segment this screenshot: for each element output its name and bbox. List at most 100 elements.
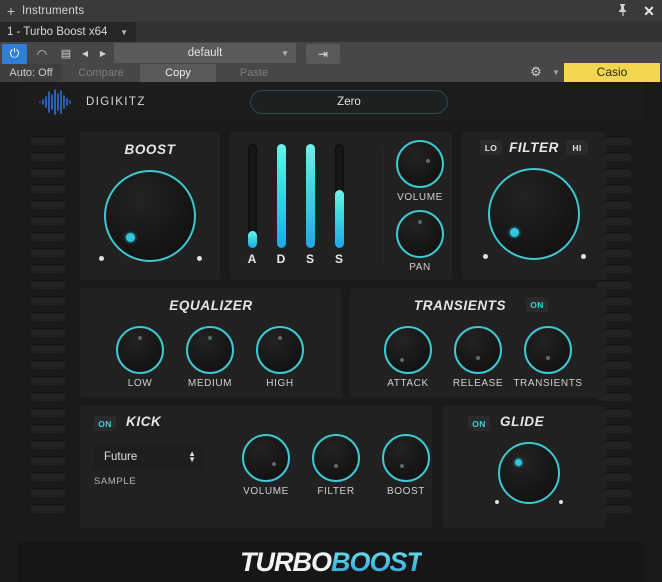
prev-preset-button[interactable]: ◀: [77, 43, 93, 64]
kick-sample-dropdown[interactable]: Future ▲ ▼: [94, 444, 204, 470]
boost-tick-max: [197, 256, 202, 261]
glide-on-toggle[interactable]: ON: [468, 416, 490, 431]
kick-sample-label: SAMPLE: [94, 476, 137, 487]
glide-knob[interactable]: [498, 442, 560, 504]
bypass-icon[interactable]: ◠: [29, 43, 55, 64]
add-instrument-icon[interactable]: +: [0, 0, 22, 22]
grille-slot: [30, 456, 66, 465]
pan-knob-indicator: [418, 220, 422, 224]
transients-amount-label: TRANSIENTS: [513, 378, 583, 389]
filter-hi-button[interactable]: HI: [566, 140, 588, 155]
kick-boost-knob[interactable]: [382, 434, 430, 482]
equalizer-panel: EQUALIZER LOW MEDIUM HIGH: [80, 288, 342, 398]
zero-button[interactable]: Zero: [250, 90, 448, 114]
grille-slot: [30, 280, 66, 289]
filter-tick-min: [483, 254, 488, 259]
instrument-row: 1 - Turbo Boost x64 ▼: [0, 22, 662, 42]
adsr-sliders: A D S S: [244, 144, 364, 274]
close-icon[interactable]: ✕: [636, 3, 662, 20]
pin-icon[interactable]: [610, 3, 636, 19]
compare-button[interactable]: Compare: [62, 64, 140, 82]
account-badge[interactable]: Casio: [564, 62, 660, 82]
stepper-arrows-icon: ▲ ▼: [188, 450, 196, 464]
product-logo-footer: TURBOBOOST: [18, 542, 644, 582]
kick-boost-knob-ring: [382, 434, 430, 482]
grille-slot: [30, 152, 66, 161]
kick-filter-knob-indicator: [334, 464, 338, 468]
kick-filter-knob[interactable]: [312, 434, 360, 482]
digikitz-logo: DIGIKITZ: [38, 89, 146, 115]
plugin-toolbar: ⏻ ◠ ▤ ◀ ▶ default ▼ ⇥ Auto: Off Compare …: [0, 42, 662, 82]
eq-medium-knob[interactable]: [186, 326, 234, 374]
glide-knob-ring: [498, 442, 560, 504]
eq-high-knob[interactable]: [256, 326, 304, 374]
pin-glyph: [619, 3, 626, 16]
window-title: Instruments: [22, 5, 85, 17]
toolbar-row-primary: ⏻ ◠ ▤ ◀ ▶ default ▼ ⇥: [0, 42, 341, 64]
paste-button[interactable]: Paste: [216, 64, 292, 82]
grille-slot: [30, 424, 66, 433]
transients-release-knob[interactable]: [454, 326, 502, 374]
grille-slot: [30, 136, 66, 145]
pan-knob-ring: [396, 210, 444, 258]
grille-slot: [30, 232, 66, 241]
power-button[interactable]: ⏻: [2, 43, 27, 64]
turboboost-logo: TURBOBOOST: [240, 547, 423, 578]
kick-boost-knob-indicator: [400, 464, 404, 468]
pan-knob[interactable]: [396, 210, 444, 258]
stepper-down-icon[interactable]: ▼: [188, 456, 196, 464]
grille-slot: [30, 376, 66, 385]
grille-slot: [30, 248, 66, 257]
boost-title: BOOST: [124, 142, 176, 157]
eq-low-knob[interactable]: [116, 326, 164, 374]
volume-knob[interactable]: [396, 140, 444, 188]
instrument-selector[interactable]: 1 - Turbo Boost x64 ▼: [0, 22, 136, 42]
kick-on-toggle[interactable]: ON: [94, 416, 116, 431]
copy-button[interactable]: Copy: [140, 64, 216, 82]
grille-slot: [30, 360, 66, 369]
save-preset-button[interactable]: ⇥: [306, 43, 340, 64]
chevron-down-icon[interactable]: ▼: [548, 68, 564, 77]
filter-knob-indicator: [510, 228, 519, 237]
filter-knob[interactable]: [488, 168, 580, 260]
grille-slot: [30, 312, 66, 321]
eq-low-knob-ring: [116, 326, 164, 374]
kick-volume-knob-indicator: [272, 462, 276, 466]
glide-title: GLIDE: [500, 414, 545, 429]
gear-icon[interactable]: ⚙: [524, 64, 548, 80]
grille-slot: [30, 488, 66, 497]
next-preset-button[interactable]: ▶: [95, 43, 111, 64]
eq-low-knob-indicator: [138, 336, 142, 340]
glide-panel: ON GLIDE: [442, 406, 606, 528]
adsr-label-d: D: [276, 252, 286, 266]
glide-knob-indicator: [515, 459, 522, 466]
filter-knob-ring: [488, 168, 580, 260]
kick-volume-knob-ring: [242, 434, 290, 482]
kick-panel: ON KICK Future ▲ ▼ SAMPLE VOLUME FILTER …: [80, 406, 432, 528]
grille-slot: [30, 264, 66, 273]
grille-slot: [30, 328, 66, 337]
preset-selector[interactable]: default ▼: [114, 43, 296, 63]
transients-on-toggle[interactable]: ON: [526, 297, 548, 312]
automation-toggle[interactable]: Auto: Off: [0, 64, 62, 82]
preset-menu-icon[interactable]: ▤: [57, 43, 75, 64]
boost-knob[interactable]: [104, 170, 196, 262]
host-title-bar: + Instruments ✕: [0, 0, 662, 22]
plugin-body: DIGIKITZ Zero BOOST A D S S VOLUME PAN L…: [0, 82, 662, 582]
transients-amount-knob-ring: [524, 326, 572, 374]
glide-tick-min: [495, 500, 499, 504]
grille-slot: [30, 168, 66, 177]
transients-attack-knob[interactable]: [384, 326, 432, 374]
transients-amount-knob[interactable]: [524, 326, 572, 374]
filter-tick-max: [581, 254, 586, 259]
kick-title: KICK: [126, 414, 162, 429]
digikitz-label: DIGIKITZ: [86, 96, 146, 108]
kick-volume-knob[interactable]: [242, 434, 290, 482]
transients-release-knob-ring: [454, 326, 502, 374]
equalizer-title: EQUALIZER: [169, 298, 253, 313]
grille-slot: [30, 184, 66, 193]
adsr-fill: [277, 144, 286, 248]
instrument-selector-label: 1 - Turbo Boost x64: [7, 26, 108, 38]
adsr-fill: [335, 190, 344, 248]
grille-slot: [30, 216, 66, 225]
